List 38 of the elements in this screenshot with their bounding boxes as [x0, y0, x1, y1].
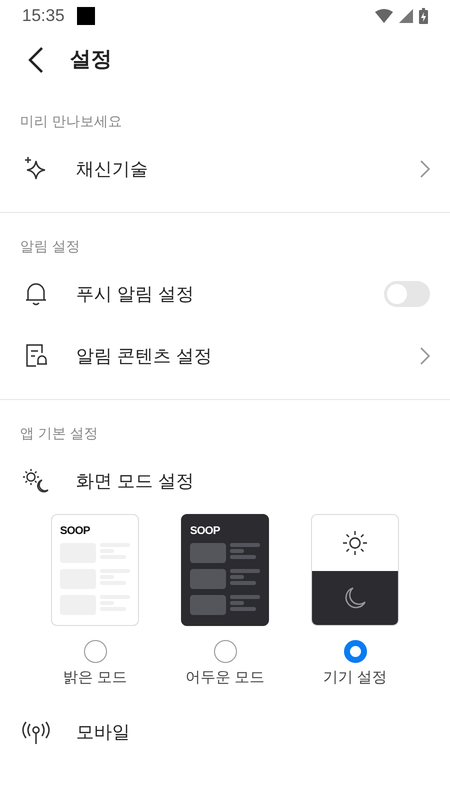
notification-icon: [76, 7, 95, 25]
sun-moon-icon: [22, 468, 50, 494]
preview-list-item: [190, 569, 260, 589]
page-title: 설정: [70, 47, 112, 74]
wifi-icon: [375, 9, 393, 23]
setting-label: 알림 콘텐츠 설정: [76, 344, 214, 368]
chevron-right-icon: [420, 160, 430, 178]
sun-icon: [342, 530, 368, 556]
preview-logo: SOOP: [190, 525, 221, 537]
system-mode-preview[interactable]: [311, 514, 399, 626]
preview-logo: SOOP: [60, 525, 91, 537]
section-header: 미리 만나보세요: [20, 113, 122, 129]
bell-icon: [24, 281, 48, 307]
mode-label: 기기 설정: [322, 668, 388, 688]
radio-button[interactable]: [84, 640, 106, 663]
chevron-right-icon: [420, 347, 430, 365]
battery-icon: [419, 8, 428, 24]
antenna-icon: [22, 720, 50, 744]
light-mode-preview[interactable]: SOOP: [51, 514, 139, 626]
signal-icon: [399, 9, 413, 23]
toggle-switch[interactable]: [384, 281, 430, 307]
document-bell-icon: [24, 343, 48, 369]
moon-icon: [343, 586, 367, 610]
back-icon[interactable]: [28, 47, 44, 73]
radio-button[interactable]: [344, 640, 366, 663]
mode-label: 밝은 모드: [62, 668, 128, 688]
setting-label: 채신기술: [76, 158, 149, 180]
status-time: 15:35: [22, 5, 65, 28]
setting-label: 모바일: [76, 721, 131, 744]
section-header: 알림 설정: [20, 238, 80, 254]
section-header: 앱 기본 설정: [20, 425, 98, 441]
setting-label: 푸시 알림 설정: [76, 282, 196, 306]
mode-label: 어두운 모드: [185, 668, 265, 688]
preview-list-item: [190, 595, 260, 615]
preview-list-item: [190, 543, 260, 563]
setting-label: 화면 모드 설정: [76, 470, 196, 492]
radio-button[interactable]: [214, 640, 236, 663]
dark-mode-preview[interactable]: SOOP: [181, 514, 269, 626]
